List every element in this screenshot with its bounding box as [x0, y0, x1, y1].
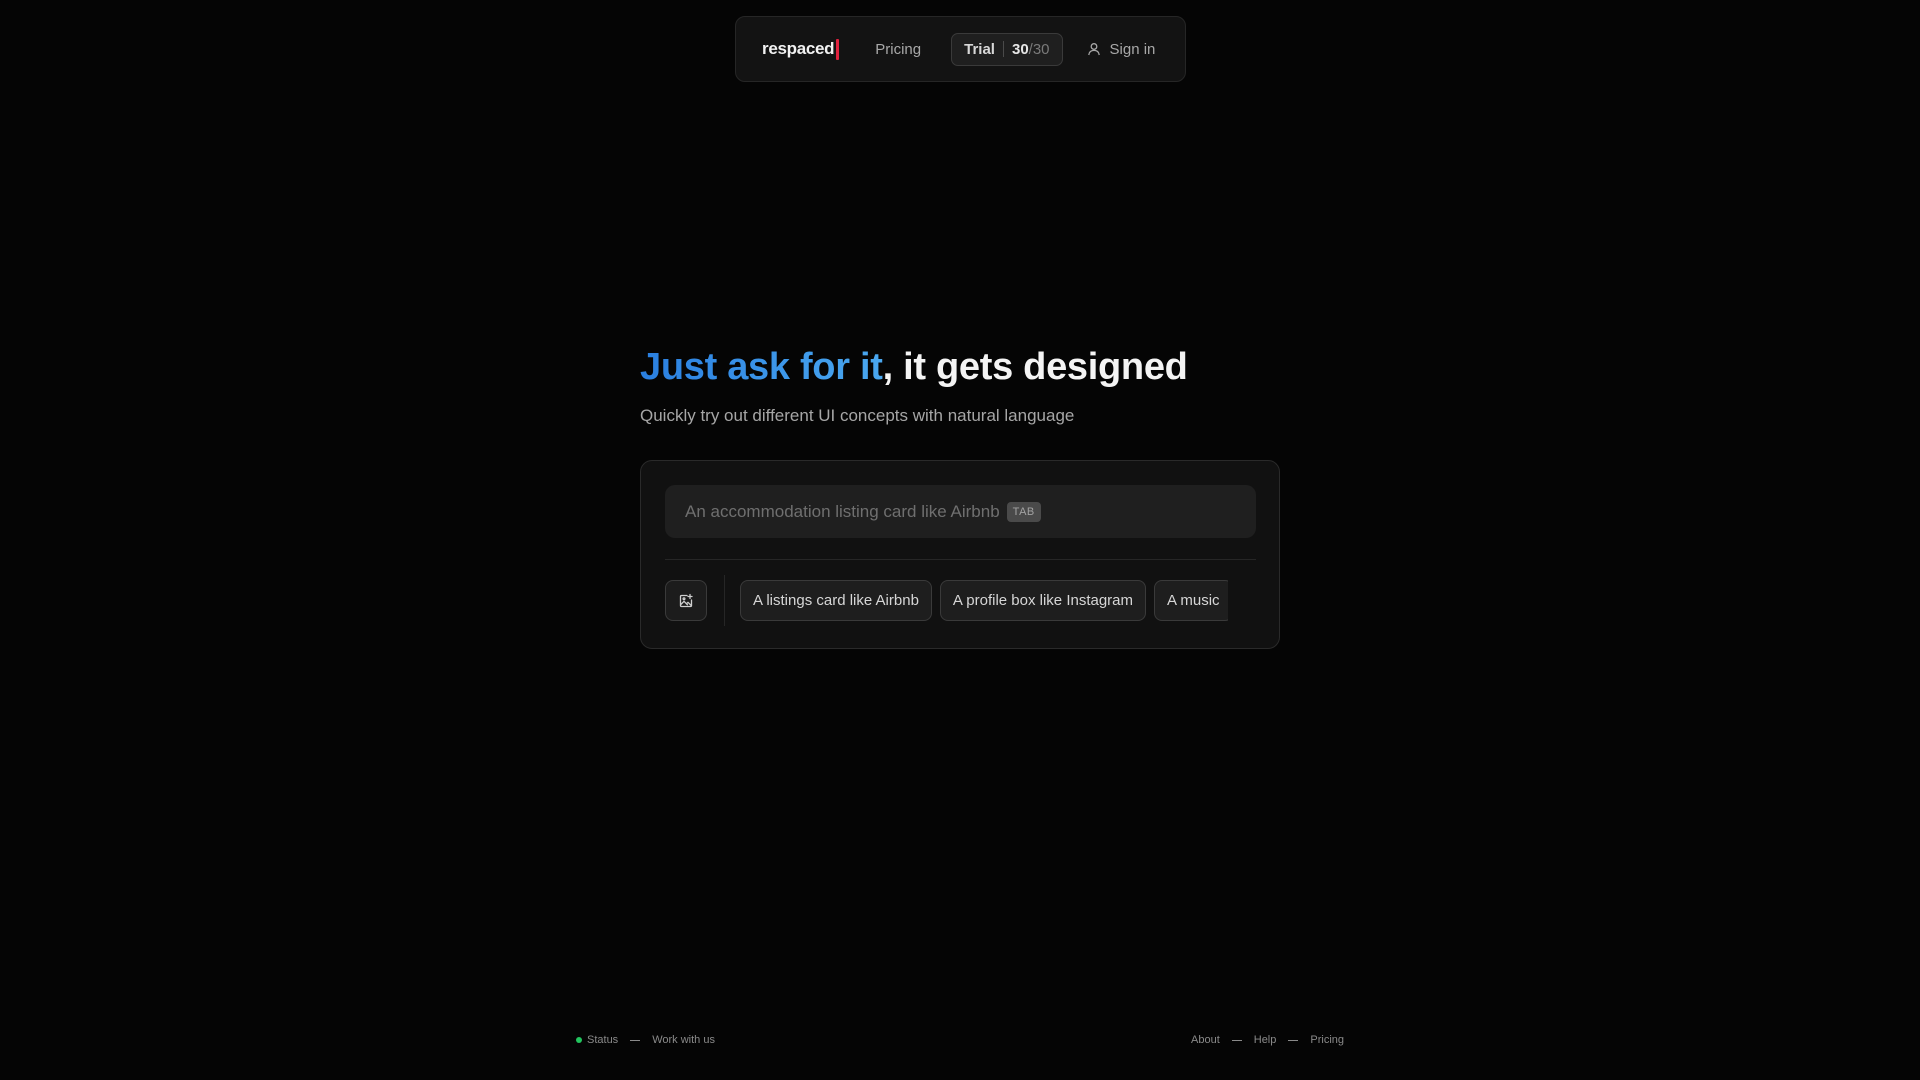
upload-image-button[interactable]	[665, 580, 707, 621]
nav-pricing-link[interactable]: Pricing	[875, 41, 921, 58]
user-icon	[1087, 43, 1100, 56]
trial-total-count: /30	[1028, 40, 1050, 58]
prompt-card: An accommodation listing card like Airbn…	[640, 460, 1280, 649]
trial-badge[interactable]: Trial 30/30	[951, 32, 1063, 66]
toolbar-divider	[724, 575, 725, 626]
tab-key-hint: TAB	[1006, 501, 1041, 522]
prompt-input[interactable]: An accommodation listing card like Airbn…	[665, 485, 1256, 538]
status-indicator-icon	[576, 1037, 582, 1043]
suggestion-list: A listings card like Airbnb A profile bo…	[740, 580, 1228, 621]
footer-work-with-us-link[interactable]: Work with us	[652, 1034, 715, 1046]
logo-cursor-mark	[836, 38, 840, 60]
sign-in-label: Sign in	[1109, 40, 1156, 58]
footer-pricing-link[interactable]: Pricing	[1310, 1034, 1344, 1046]
logo[interactable]: respaced	[762, 38, 840, 60]
footer-status-link[interactable]: Status	[587, 1034, 618, 1046]
page-subtitle: Quickly try out different UI concepts wi…	[640, 406, 1075, 425]
suggestion-chip[interactable]: A music	[1154, 580, 1228, 621]
footer-help-link[interactable]: Help	[1254, 1034, 1277, 1046]
page-title-accent: Just ask for it	[640, 346, 883, 388]
logo-text: respaced	[762, 39, 835, 58]
footer-about-link[interactable]: About	[1191, 1034, 1220, 1046]
image-plus-icon	[679, 593, 693, 607]
footer-separator	[630, 1039, 641, 1041]
page-title: Just ask for it, it gets designed	[640, 346, 1188, 389]
page-title-rest: , it gets designed	[882, 346, 1188, 388]
suggestion-chip[interactable]: A profile box like Instagram	[939, 580, 1147, 621]
card-divider	[665, 559, 1256, 560]
footer-separator	[1288, 1039, 1299, 1041]
sign-in-button[interactable]: Sign in	[1087, 40, 1156, 58]
suggestion-chip[interactable]: A listings card like Airbnb	[740, 580, 932, 621]
prompt-placeholder: An accommodation listing card like Airbn…	[685, 501, 1000, 521]
trial-divider	[1002, 41, 1004, 57]
top-nav: respaced Pricing Trial 30/30 Sign in	[735, 16, 1186, 82]
footer-separator	[1231, 1039, 1242, 1041]
trial-label: Trial	[964, 40, 995, 58]
trial-used-count: 30	[1011, 40, 1029, 58]
footer-right: About Help Pricing	[1191, 1034, 1344, 1046]
footer-left: Status Work with us	[576, 1034, 715, 1046]
